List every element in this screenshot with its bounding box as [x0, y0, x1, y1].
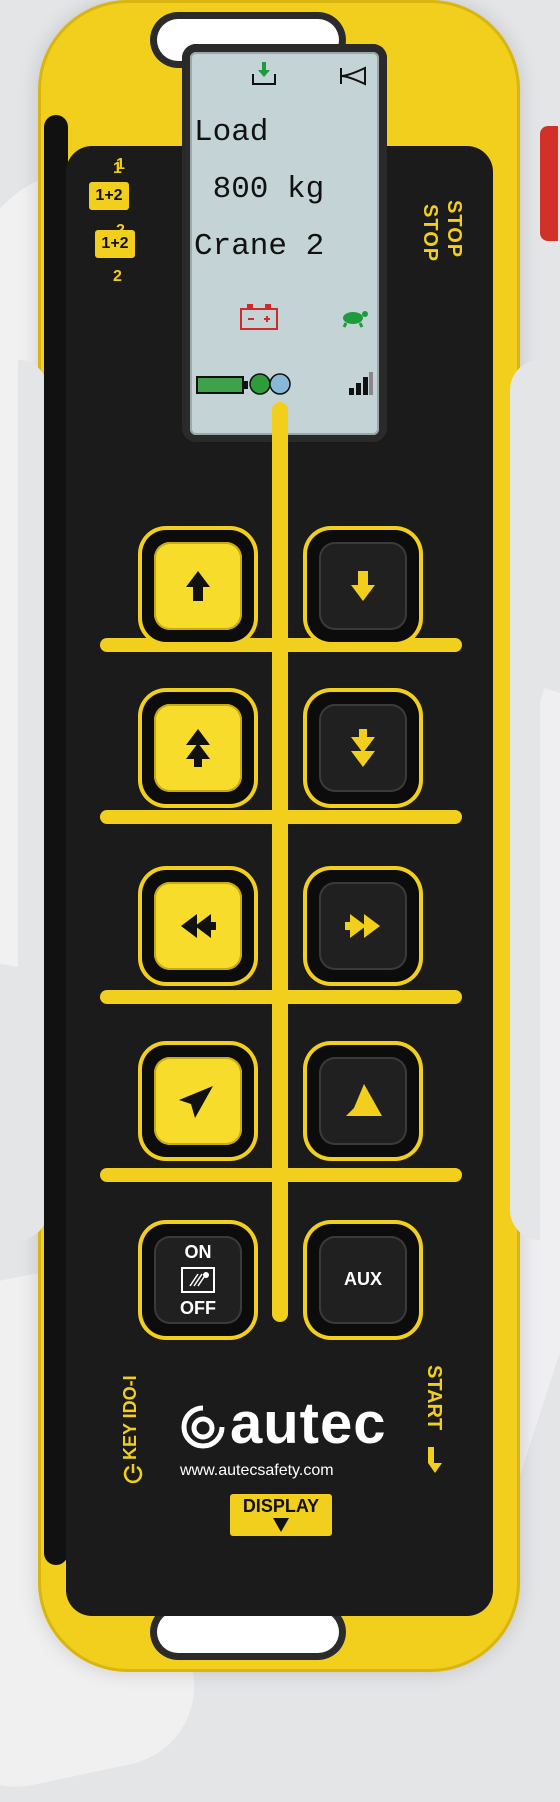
battery-warning-icon: [240, 304, 278, 330]
button-face: [319, 542, 407, 630]
button-face: [154, 1057, 242, 1145]
start-arrow-icon: [428, 1447, 442, 1473]
button-face: AUX: [319, 1236, 407, 1324]
work-light-icon: [181, 1267, 215, 1293]
button-separator: [100, 1168, 462, 1182]
brand-url: www.autecsafety.com: [180, 1462, 334, 1479]
power-icon: [123, 1464, 143, 1484]
left-button[interactable]: [142, 870, 254, 982]
double-arrow-left-icon: [181, 914, 216, 938]
status-led-icon: [249, 373, 291, 395]
channel-option-1: 1: [113, 160, 122, 177]
right-button[interactable]: [307, 870, 419, 982]
diagonal-arrow-right-icon: [346, 1084, 382, 1116]
lcd-line-3: Crane 2: [194, 229, 325, 264]
double-arrow-up-icon: [186, 729, 210, 767]
arrow-down-icon: [273, 1518, 289, 1532]
turtle-speed-icon: [342, 311, 368, 328]
channel-option-2: 2: [113, 268, 122, 285]
on-label: ON: [184, 1242, 212, 1262]
button-separator-vertical: [272, 402, 288, 1322]
lcd-screen: Load 800 kg Crane 2: [190, 52, 379, 435]
on-off-button[interactable]: ON OFF: [142, 1224, 254, 1336]
button-face: [154, 704, 242, 792]
load-down-icon: [252, 62, 276, 85]
off-label: OFF: [180, 1298, 216, 1318]
autec-logo-icon: [181, 1405, 225, 1449]
arrow-up-icon: [186, 571, 210, 601]
double-arrow-right-icon: [345, 914, 380, 938]
stop-label: STOP: [419, 204, 441, 263]
button-face: [154, 542, 242, 630]
display-label: DISPLAY: [242, 1496, 320, 1516]
double-arrow-down-icon: [351, 729, 375, 767]
key-label: KEY IDO-I: [120, 1375, 140, 1460]
button-face: ON OFF: [154, 1236, 242, 1324]
lcd-line-1: Load: [194, 115, 269, 150]
arrow-down-icon: [351, 571, 375, 601]
rotate-left-button[interactable]: [142, 1045, 254, 1157]
stop-label: STOP: [443, 200, 465, 259]
stop-button-side[interactable]: [540, 126, 558, 241]
start-label: START: [423, 1365, 445, 1431]
diagonal-arrow-left-icon: [179, 1086, 213, 1118]
signal-strength-icon: [349, 372, 373, 395]
side-grip: [44, 115, 68, 1565]
fast-up-button[interactable]: [142, 692, 254, 804]
horn-icon: [340, 66, 366, 86]
button-separator: [100, 990, 462, 1004]
fast-down-button[interactable]: [307, 692, 419, 804]
button-face: [319, 882, 407, 970]
remote-control: 1 1+2 2 STOP Load 800 kg Crane 2: [0, 0, 560, 1672]
button-face: [319, 1057, 407, 1145]
button-face: [154, 882, 242, 970]
aux-label: AUX: [343, 1269, 382, 1289]
display-button[interactable]: DISPLAY: [230, 1494, 332, 1536]
brand-name: autec: [230, 1391, 387, 1456]
lcd-line-2: 800 kg: [194, 172, 325, 207]
button-face: [319, 704, 407, 792]
up-button[interactable]: [142, 530, 254, 642]
button-separator: [100, 638, 462, 652]
down-button[interactable]: [307, 530, 419, 642]
rotate-right-button[interactable]: [307, 1045, 419, 1157]
aux-button[interactable]: AUX: [307, 1224, 419, 1336]
battery-level-icon: [196, 376, 248, 394]
button-separator: [100, 810, 462, 824]
channel-selected[interactable]: 1+2: [95, 230, 135, 258]
channel-selected: 1+2: [89, 182, 129, 210]
